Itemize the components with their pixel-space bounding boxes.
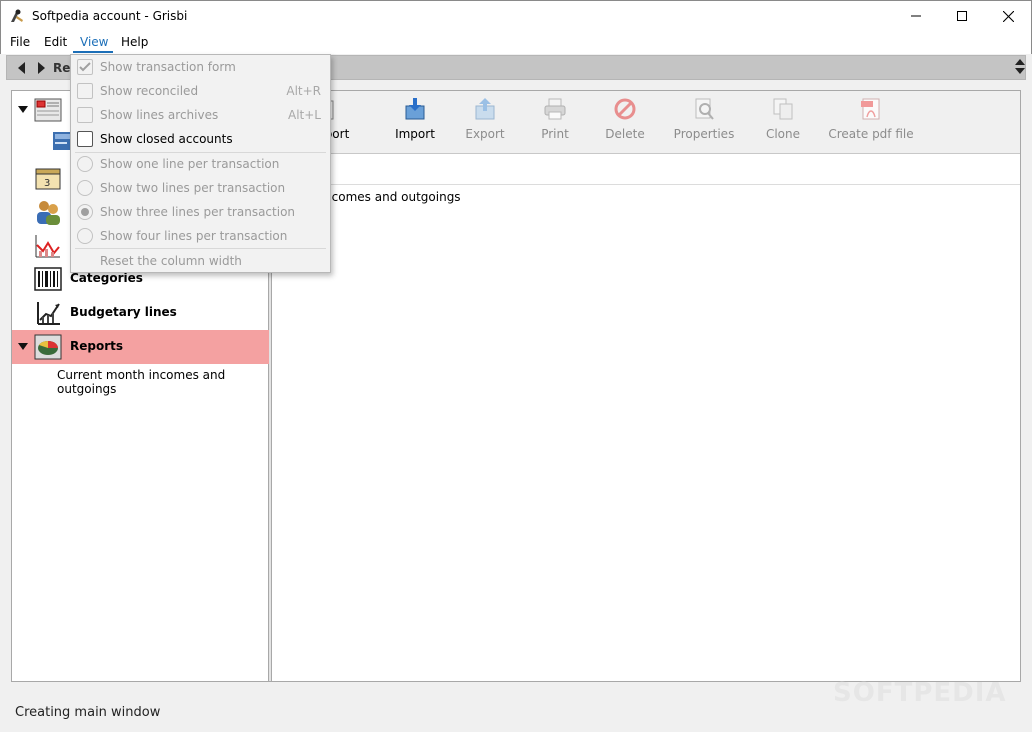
menu-show-lines-archives[interactable]: Show lines archives Alt+L xyxy=(71,103,330,127)
clone-button[interactable]: Clone xyxy=(751,97,815,149)
delete-icon xyxy=(614,98,636,120)
import-icon xyxy=(405,98,425,120)
menu-reset-column-width[interactable]: Reset the column width xyxy=(71,249,330,273)
export-label: Export xyxy=(465,127,505,141)
title-bar: Softpedia account - Grisbi xyxy=(0,0,1032,31)
tree-item-budgetary-lines[interactable]: Budgetary lines xyxy=(12,296,269,330)
properties-label: Properties xyxy=(673,127,735,141)
menu-label: Show three lines per transaction xyxy=(100,205,296,219)
menu-file[interactable]: File xyxy=(10,35,30,49)
forward-arrow-icon[interactable] xyxy=(38,62,45,74)
budgetary-lines-icon xyxy=(37,302,60,325)
menu-view[interactable]: View xyxy=(80,35,108,49)
clone-icon xyxy=(773,98,793,120)
menu-accelerator: Alt+R xyxy=(286,84,321,98)
menu-label: Show four lines per transaction xyxy=(100,229,288,243)
menu-show-transaction-form[interactable]: Show transaction form xyxy=(71,55,330,79)
tree-label-categories: Categories xyxy=(70,271,143,285)
menu-label: Show two lines per transaction xyxy=(100,181,286,195)
properties-button[interactable]: Properties xyxy=(663,97,745,149)
report-list-header[interactable]: me xyxy=(273,161,1020,185)
scroll-up-icon[interactable] xyxy=(1015,59,1025,65)
window-title: Softpedia account - Grisbi xyxy=(32,9,188,23)
export-button[interactable]: Export xyxy=(453,97,517,149)
close-button[interactable] xyxy=(985,1,1031,31)
tree-item-reports[interactable]: Reports xyxy=(12,330,269,364)
delete-label: Delete xyxy=(605,127,645,141)
create-pdf-label: Create pdf file xyxy=(828,127,914,141)
tree-item-report-current-month[interactable]: Current month incomes and outgoings xyxy=(57,368,268,396)
import-label: Import xyxy=(395,127,435,141)
pdf-icon xyxy=(861,98,880,120)
minimize-button[interactable] xyxy=(893,1,939,31)
menu-view-underline xyxy=(73,51,113,53)
radio-icon xyxy=(77,228,93,244)
radio-icon xyxy=(77,180,93,196)
minimize-icon xyxy=(911,15,921,17)
menu-help[interactable]: Help xyxy=(121,35,148,49)
import-button[interactable]: Import xyxy=(383,97,447,149)
reports-toolbar: port Import Export Print Delete Properti… xyxy=(273,91,1020,154)
tree-expander-icon[interactable] xyxy=(18,343,28,350)
menu-label: Show lines archives xyxy=(100,108,219,122)
menu-four-lines-per-transaction[interactable]: Show four lines per transaction xyxy=(71,224,330,248)
svg-text:3: 3 xyxy=(44,178,50,189)
menu-show-closed-accounts[interactable]: Show closed accounts xyxy=(71,127,330,151)
close-icon xyxy=(1002,10,1014,22)
checkbox-icon xyxy=(77,83,93,99)
print-button[interactable]: Print xyxy=(523,97,587,149)
menu-label: Reset the column width xyxy=(100,254,242,268)
clone-label: Clone xyxy=(765,127,801,141)
tree-label-budgetary-lines: Budgetary lines xyxy=(70,305,177,319)
scheduler-icon: 3 xyxy=(35,168,61,190)
menu-label: Show transaction form xyxy=(100,60,236,74)
delete-button[interactable]: Delete xyxy=(593,97,657,149)
maximize-button[interactable] xyxy=(939,1,985,31)
menu-edit[interactable]: Edit xyxy=(44,35,67,49)
maximize-icon xyxy=(957,11,967,21)
menu-bar: File Edit View Help xyxy=(0,31,1032,54)
reports-content: port Import Export Print Delete Properti… xyxy=(273,91,1020,681)
menu-label: Show one line per transaction xyxy=(100,157,280,171)
checkbox-icon xyxy=(77,107,93,123)
menu-label: Show closed accounts xyxy=(100,132,233,146)
export-icon xyxy=(475,98,495,120)
menu-one-line-per-transaction[interactable]: Show one line per transaction xyxy=(71,152,330,176)
radio-icon xyxy=(77,156,93,172)
reports-icon xyxy=(34,334,62,360)
checkbox-checked-icon xyxy=(77,59,93,75)
payees-icon xyxy=(37,201,60,225)
tree-expander-icon[interactable] xyxy=(18,106,28,113)
properties-icon xyxy=(695,98,714,120)
back-arrow-icon[interactable] xyxy=(18,62,25,74)
checkbox-icon xyxy=(77,131,93,147)
grisbi-app-icon xyxy=(11,9,23,22)
create-pdf-button[interactable]: Create pdf file xyxy=(821,97,921,149)
scroll-down-icon[interactable] xyxy=(1015,68,1025,74)
view-menu-popup: Show transaction form Show reconciled Al… xyxy=(70,54,331,273)
softpedia-watermark: SOFTPEDIA xyxy=(833,678,1007,708)
credits-simulator-icon xyxy=(35,235,60,258)
accounts-icon xyxy=(34,98,62,122)
menu-show-reconciled[interactable]: Show reconciled Alt+R xyxy=(71,79,330,103)
menu-three-lines-per-transaction[interactable]: Show three lines per transaction xyxy=(71,200,330,224)
print-label: Print xyxy=(541,127,569,141)
menu-accelerator: Alt+L xyxy=(288,108,321,122)
menu-two-lines-per-transaction[interactable]: Show two lines per transaction xyxy=(71,176,330,200)
menu-label: Show reconciled xyxy=(100,84,199,98)
categories-icon xyxy=(34,267,62,291)
tree-label-reports: Reports xyxy=(70,339,124,353)
status-text: Creating main window xyxy=(15,705,161,720)
print-icon xyxy=(544,98,566,120)
radio-selected-icon xyxy=(77,204,93,220)
